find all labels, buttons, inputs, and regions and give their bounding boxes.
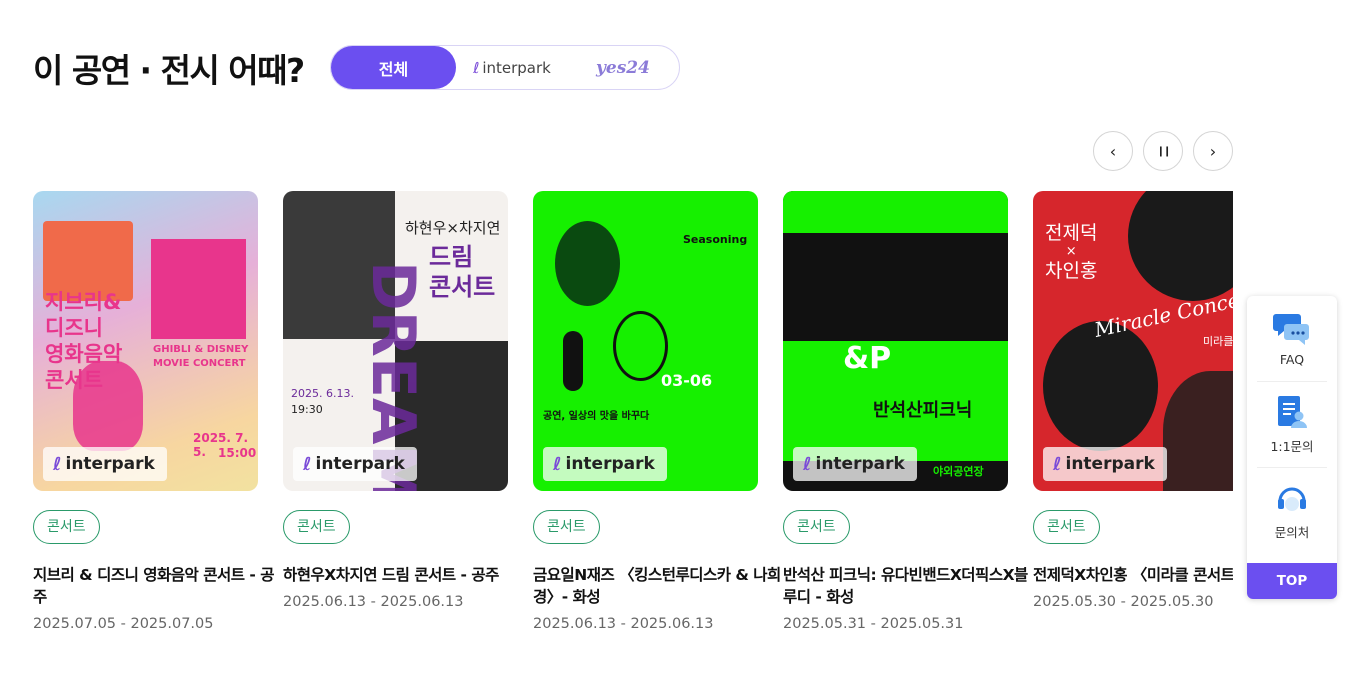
category-badge: 콘서트 [283,510,350,544]
poster-big-text: 03-06 [661,371,713,390]
quick-menu-panel: FAQ 1:1문의 문의처 TOP [1247,296,1337,599]
card-title[interactable]: 금요일N재즈 〈킹스턴루디스카 & 나희경〉- 화성 [533,564,781,608]
faq-label: FAQ [1279,352,1305,367]
interpark-logo-icon: ℓ [303,453,312,475]
vendor-badge: ℓ interpark [43,447,167,481]
poster-time: 15:00 [218,446,257,460]
performance-card[interactable]: Seasoning 03-06 공연, 일상의 맛을 바꾸다 ℓ interpa… [533,191,783,632]
poster-big-text: &P [843,341,892,376]
category-badge: 콘서트 [33,510,100,544]
chat-bubbles-icon [1273,314,1309,345]
contact-label: 문의처 [1274,524,1310,540]
category-badge: 콘서트 [533,510,600,544]
category-badge: 콘서트 [1033,510,1100,544]
poster-shape [563,331,583,391]
one-to-one-inquiry-label: 1:1문의 [1270,439,1314,454]
tab-interpark-label: interpark [482,58,551,77]
tab-yes24[interactable]: yes24 [568,46,678,89]
poster-subtitle: 미라클 콘 [1203,335,1233,348]
poster-shape [613,311,668,381]
card-date: 2025.07.05 - 2025.07.05 [33,616,214,632]
card-title[interactable]: 반석산 피크닉: 유다빈밴드X더픽스X블루디 - 화성 [783,564,1031,608]
interpark-logo-icon: ℓ [553,453,562,475]
poster-photo [1128,191,1233,301]
faq-button[interactable]: FAQ [1257,296,1327,382]
tab-all[interactable]: 전체 [331,46,456,89]
interpark-logo-icon: ℓ [473,58,480,77]
card-date: 2025.06.13 - 2025.06.13 [533,616,714,632]
carousel-prev-button[interactable]: ‹ [1093,131,1133,171]
poster-shape [151,239,246,339]
card-date: 2025.05.31 - 2025.05.31 [783,616,964,632]
vendor-badge: ℓ interpark [1043,447,1167,481]
pause-icon: ❙❙ [1156,145,1172,157]
carousel-next-button[interactable]: › [1193,131,1233,171]
performance-card[interactable]: 지브리& 디즈니 영화음악 콘서트 GHIBLI & DISNEY MOVIE … [33,191,283,632]
poster-image[interactable]: &P 반석산피크닉 야외공연장 ℓ interpark [783,191,1008,491]
poster-subtitle: GHIBLI & DISNEY MOVIE CONCERT [153,344,249,369]
card-date: 2025.06.13 - 2025.06.13 [283,594,464,610]
performance-card[interactable]: 전제덕 × 차인홍 Miracle Concert 미라클 콘 ℓ interp… [1033,191,1233,610]
document-user-icon [1278,396,1307,428]
mickey-silhouette [73,361,143,451]
vendor-badge: ℓ interpark [793,447,917,481]
chevron-right-icon: › [1209,141,1217,161]
card-title[interactable]: 전제덕X차인홍 〈미라클 콘서트〉 - 공주 [1033,564,1233,586]
poster-text: 하현우×차지연 [405,219,501,237]
carousel-pause-button[interactable]: ❙❙ [1143,131,1183,171]
poster-text: 콘서트 [429,273,496,301]
poster-date: 2025. 6.13. [291,387,354,400]
interpark-logo-icon: ℓ [53,453,62,475]
poster-image[interactable]: 전제덕 × 차인홍 Miracle Concert 미라클 콘 ℓ interp… [1033,191,1233,491]
poster-text: Seasoning [683,233,748,246]
vendor-badge: ℓ interpark [543,447,667,481]
performance-card[interactable]: 하현우×차지연 드림 콘서트 DREAM 2025. 6.13. 19:30 ℓ… [283,191,533,610]
chevron-left-icon: ‹ [1109,141,1117,161]
poster-image[interactable]: 하현우×차지연 드림 콘서트 DREAM 2025. 6.13. 19:30 ℓ… [283,191,508,491]
category-badge: 콘서트 [783,510,850,544]
contact-button[interactable]: 문의처 [1257,468,1327,554]
performance-card[interactable]: &P 반석산피크닉 야외공연장 ℓ interpark 콘서트 반석산 피크닉:… [783,191,1033,632]
card-title[interactable]: 하현우X차지연 드림 콘서트 - 공주 [283,564,531,586]
vendor-badge: ℓ interpark [293,447,417,481]
performance-carousel: 지브리& 디즈니 영화음악 콘서트 GHIBLI & DISNEY MOVIE … [33,191,1233,651]
poster-subtitle: 공연, 일상의 맛을 바꾸다 [543,411,650,422]
card-title[interactable]: 지브리 & 디즈니 영화음악 콘서트 - 공주 [33,564,281,608]
poster-text: 전제덕 × 차인홍 [1045,222,1098,282]
vendor-filter-tabs: 전체 ℓ interpark yes24 [330,45,680,90]
section-title: 이 공연 · 전시 어때? [33,51,305,90]
scroll-top-button[interactable]: TOP [1247,563,1337,599]
poster-subtitle: 야외공연장 [933,465,984,478]
poster-time: 19:30 [291,403,323,416]
tab-interpark[interactable]: ℓ interpark [456,46,568,89]
poster-image[interactable]: Seasoning 03-06 공연, 일상의 맛을 바꾸다 ℓ interpa… [533,191,758,491]
one-to-one-inquiry-button[interactable]: 1:1문의 [1257,382,1327,468]
interpark-logo-icon: ℓ [1053,453,1062,475]
poster-band [783,191,1008,233]
poster-photo [1163,371,1233,491]
poster-shape [555,221,620,306]
poster-text: 반석산피크닉 [873,400,973,421]
poster-image[interactable]: 지브리& 디즈니 영화음악 콘서트 GHIBLI & DISNEY MOVIE … [33,191,258,491]
card-date: 2025.05.30 - 2025.05.30 [1033,594,1214,610]
interpark-logo-icon: ℓ [803,453,812,475]
headset-icon [1278,487,1306,511]
